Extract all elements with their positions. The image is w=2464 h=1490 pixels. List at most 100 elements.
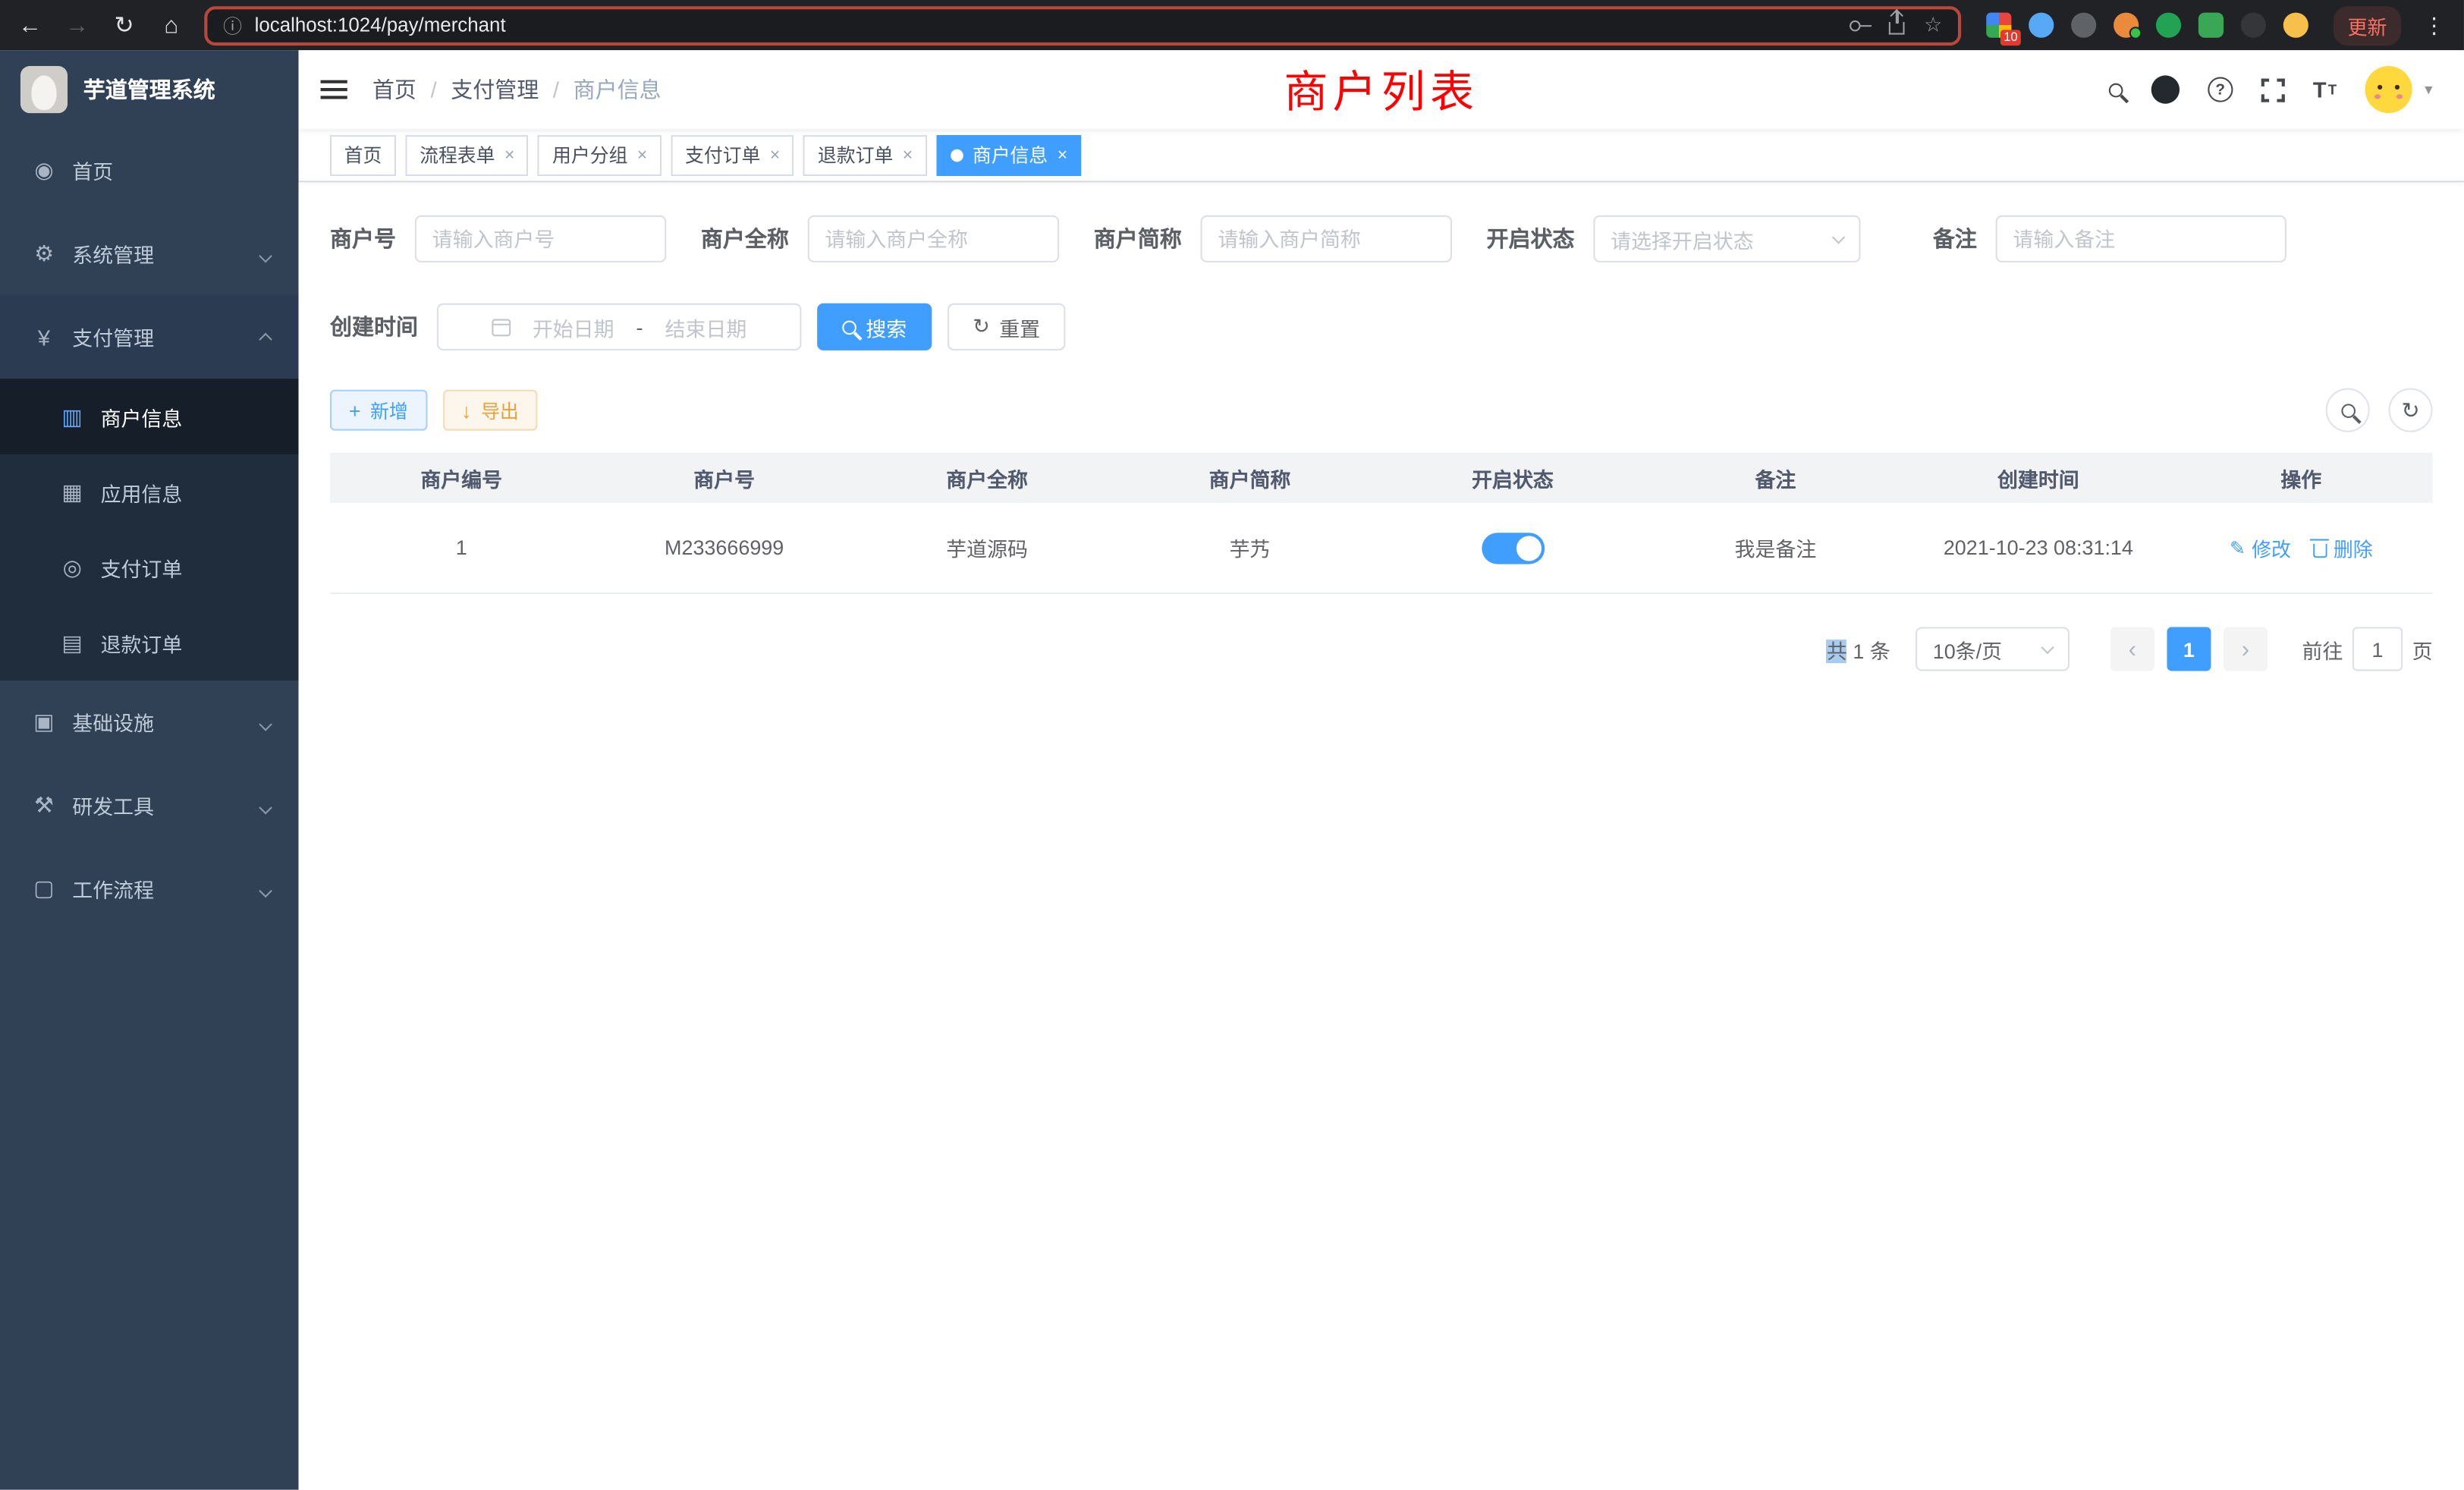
add-button[interactable]: + 新增 — [330, 390, 427, 431]
total-count: 1 — [1853, 639, 1864, 662]
cell-short-name: 芋艿 — [1118, 533, 1381, 562]
status-select[interactable]: 请选择开启状态 — [1593, 215, 1860, 262]
bookmark-star-icon[interactable]: ☆ — [1924, 13, 1942, 38]
logo[interactable]: 芋道管理系统 — [0, 50, 299, 129]
breadcrumb-item-home[interactable]: 首页 — [372, 74, 416, 105]
tab-refund-order[interactable]: 退款订单 × — [803, 134, 927, 175]
pencil-icon: ✎ — [2230, 536, 2246, 558]
annotation-title: 商户列表 — [1284, 58, 1479, 121]
close-icon[interactable]: × — [637, 146, 647, 165]
url-text[interactable]: localhost:1024/pay/merchant — [255, 14, 506, 36]
sidebar-subitem-merchant-info[interactable]: ▥ 商户信息 — [0, 379, 299, 454]
sidebar-item-workflow[interactable]: ▢ 工作流程 — [0, 847, 299, 930]
extension-icon-2[interactable] — [2029, 13, 2054, 38]
prev-page-button[interactable]: ‹ — [2110, 627, 2154, 671]
goto-page-input[interactable] — [2352, 627, 2403, 671]
col-header: 商户简称 — [1118, 463, 1381, 492]
extension-icon-8[interactable] — [2283, 13, 2308, 38]
home-icon[interactable]: ⌂ — [157, 12, 185, 39]
gear-icon: ⚙ — [31, 240, 56, 267]
status-select-placeholder: 请选择开启状态 — [1611, 224, 1754, 253]
page-size-select[interactable]: 10条/页 — [1916, 627, 2070, 671]
sidebar-item-system[interactable]: ⚙ 系统管理 — [0, 212, 299, 296]
page-content: 商户号 商户全称 商户简称 开启状态 请选择开启状态 — [299, 182, 2464, 1489]
full-name-input[interactable] — [808, 215, 1059, 262]
tab-label: 支付订单 — [685, 141, 760, 168]
font-size-icon[interactable]: TT — [2313, 77, 2337, 102]
tab-home[interactable]: 首页 — [330, 134, 396, 175]
password-key-icon[interactable] — [1850, 20, 1862, 30]
forward-icon[interactable]: → — [63, 12, 91, 39]
close-icon[interactable]: × — [903, 146, 913, 165]
extension-icon-6[interactable] — [2198, 13, 2224, 38]
breadcrumb-current: 商户信息 — [574, 74, 662, 105]
toggle-search-button[interactable] — [2326, 388, 2370, 432]
page-1-button[interactable]: 1 — [2167, 627, 2211, 671]
back-icon[interactable]: ← — [16, 12, 44, 39]
search-icon — [842, 320, 856, 335]
sidebar-subitem-app-info[interactable]: ▦ 应用信息 — [0, 454, 299, 530]
tab-process-form[interactable]: 流程表单× — [405, 134, 529, 175]
share-icon[interactable] — [1890, 22, 1906, 35]
search-icon[interactable] — [2109, 83, 2123, 97]
tab-label: 商户信息 — [973, 141, 1048, 168]
extensions-area: 10 — [1986, 13, 2308, 38]
merchant-no-input[interactable] — [415, 215, 666, 262]
tab-label: 退款订单 — [818, 141, 893, 168]
edit-link[interactable]: ✎修改 — [2230, 533, 2291, 562]
delete-link[interactable]: 删除 — [2313, 533, 2373, 562]
extension-icon-5[interactable] — [2156, 13, 2181, 38]
search-icon — [2340, 403, 2355, 417]
sidebar-item-infrastructure[interactable]: ▣ 基础设施 — [0, 681, 299, 764]
close-icon[interactable]: × — [1058, 146, 1067, 165]
sidebar-subitem-pay-order[interactable]: ◎ 支付订单 — [0, 530, 299, 605]
sidebar-subitem-label: 商户信息 — [101, 401, 183, 431]
extension-icon-4[interactable] — [2114, 13, 2139, 38]
filter-row-1: 商户号 商户全称 商户简称 开启状态 请选择开启状态 — [330, 215, 2433, 262]
breadcrumb-item-payment[interactable]: 支付管理 — [451, 74, 539, 105]
create-time-range-picker[interactable]: 开始日期 - 结束日期 — [437, 303, 802, 350]
tab-pay-order[interactable]: 支付订单 × — [671, 134, 794, 175]
address-bar[interactable]: ⓘ localhost:1024/pay/merchant ☆ — [204, 5, 1961, 45]
sidebar-item-home[interactable]: ◉ 首页 — [0, 129, 299, 212]
sidebar-item-label: 首页 — [72, 156, 113, 185]
site-info-icon[interactable]: ⓘ — [223, 12, 242, 39]
browser-update-button[interactable]: 更新 — [2334, 5, 2401, 45]
close-icon[interactable]: × — [770, 146, 780, 165]
short-name-input[interactable] — [1201, 215, 1452, 262]
browser-menu-icon[interactable]: ⋮ — [2420, 12, 2448, 39]
extension-icon-3[interactable] — [2071, 13, 2096, 38]
reset-button[interactable]: ↻ 重置 — [948, 303, 1065, 350]
sidebar-subitem-refund-order[interactable]: ▤ 退款订单 — [0, 605, 299, 680]
navbar-actions: ? TT ▾ — [2109, 66, 2433, 113]
screen: ← → ↻ ⌂ ⓘ localhost:1024/pay/merchant ☆ … — [0, 0, 2464, 1490]
add-button-label: 新增 — [370, 397, 408, 423]
github-icon[interactable] — [2151, 75, 2180, 103]
logo-avatar — [20, 66, 68, 113]
total-suffix: 条 — [1870, 639, 1890, 662]
sidebar-item-devtools[interactable]: ⚒ 研发工具 — [0, 764, 299, 847]
remark-input[interactable] — [1996, 215, 2286, 262]
user-menu-caret-icon[interactable]: ▾ — [2425, 81, 2432, 99]
page-size-value: 10条/页 — [1933, 634, 2002, 664]
sidebar-item-payment[interactable]: ¥ 支付管理 — [0, 295, 299, 379]
status-label: 开启状态 — [1487, 223, 1575, 254]
col-header: 商户全称 — [856, 463, 1118, 492]
close-icon[interactable]: × — [504, 146, 514, 165]
refresh-table-button[interactable]: ↻ — [2389, 388, 2433, 432]
search-button-label: 搜索 — [866, 312, 907, 341]
extension-icon-7[interactable] — [2241, 13, 2266, 38]
reload-icon[interactable]: ↻ — [110, 11, 138, 39]
user-avatar[interactable] — [2365, 66, 2412, 113]
hamburger-icon[interactable] — [321, 80, 347, 99]
next-page-button[interactable]: › — [2224, 627, 2268, 671]
tab-merchant-info[interactable]: 商户信息 × — [936, 134, 1082, 175]
fullscreen-icon[interactable] — [2261, 78, 2285, 102]
export-button[interactable]: ↓ 导出 — [442, 390, 537, 431]
tab-user-group[interactable]: 用户分组× — [538, 134, 662, 175]
search-button[interactable]: 搜索 — [817, 303, 932, 350]
payment-submenu: ▥ 商户信息 ▦ 应用信息 ◎ 支付订单 ▤ 退款订单 — [0, 379, 299, 681]
status-toggle[interactable] — [1482, 532, 1545, 563]
help-icon[interactable]: ? — [2208, 77, 2233, 102]
extension-icon-1[interactable]: 10 — [1986, 13, 2011, 38]
